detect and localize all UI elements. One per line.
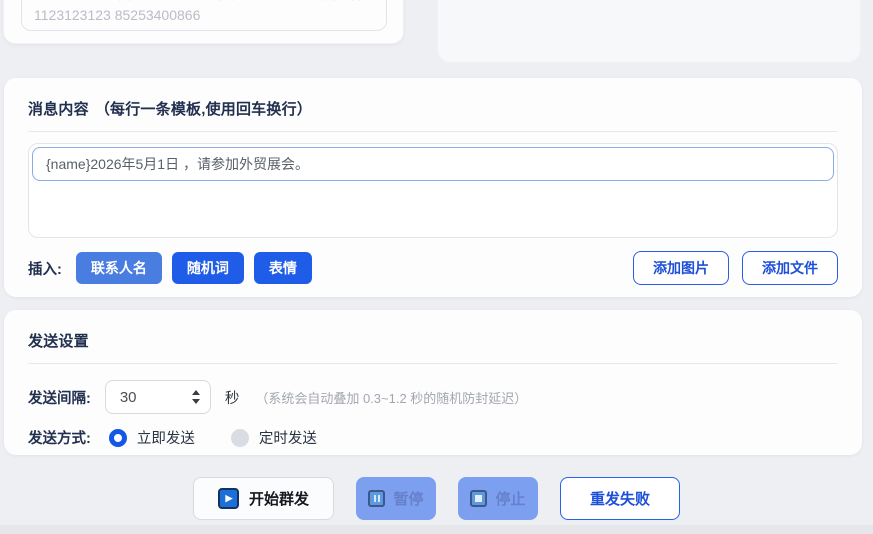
radio-unselected-icon [231, 429, 249, 447]
phone-input-card: 输入手机号（国家码+手机号），多个号码用空格隔开，如 1123123123 85… [3, 0, 404, 44]
interval-value: 30 [120, 389, 192, 406]
top-right-panel [437, 0, 861, 63]
actions-row: ▶ 开始群发 暂停 停止 重发失败 [0, 477, 873, 520]
insert-contact-name-button[interactable]: 联系人名 [76, 252, 162, 284]
radio-scheduled-label: 定时发送 [259, 427, 317, 448]
stop-icon [470, 490, 487, 507]
send-settings-section: 发送设置 发送间隔: 30 秒 （系统会自动叠加 0.3~1.2 秒的随机防封延… [4, 310, 862, 455]
footer-strip [0, 525, 873, 534]
start-bulk-send-button[interactable]: ▶ 开始群发 [193, 477, 334, 520]
insert-emoji-button[interactable]: 表情 [254, 252, 312, 284]
play-icon: ▶ [218, 488, 239, 509]
stop-button[interactable]: 停止 [458, 477, 538, 520]
insert-label: 插入: [28, 258, 62, 279]
message-title-text: 消息内容 [28, 101, 89, 118]
radio-send-now[interactable]: 立即发送 [109, 427, 195, 448]
settings-section-title: 发送设置 [4, 310, 862, 351]
insert-toolbar: 插入: 联系人名 随机词 表情 添加图片 添加文件 [28, 251, 838, 285]
spinner-down-icon[interactable] [192, 399, 200, 404]
interval-input[interactable]: 30 [105, 380, 211, 414]
resend-failed-button[interactable]: 重发失败 [560, 477, 680, 520]
method-row: 发送方式: 立即发送 定时发送 [28, 427, 838, 448]
radio-selected-icon [109, 429, 127, 447]
message-content-section: 消息内容 （每行一条模板,使用回车换行） {name}2026年5月1日 ，请参加… [4, 78, 862, 297]
insert-random-word-button[interactable]: 随机词 [172, 252, 244, 284]
pause-button-label: 暂停 [393, 488, 423, 509]
interval-row: 发送间隔: 30 秒 （系统会自动叠加 0.3~1.2 秒的随机防封延迟） [28, 380, 838, 414]
spinner-up-icon[interactable] [192, 390, 200, 395]
method-label: 发送方式: [28, 427, 91, 448]
add-file-button[interactable]: 添加文件 [742, 251, 838, 285]
message-template-area[interactable]: {name}2026年5月1日 ，请参加外贸展会。 [28, 143, 838, 238]
section-divider [28, 131, 838, 132]
pause-icon [368, 490, 385, 507]
start-button-label: 开始群发 [249, 488, 309, 509]
template-text: {name}2026年5月1日 ，请参加外贸展会。 [46, 154, 309, 174]
interval-spinner[interactable] [192, 390, 200, 404]
send-method-radio-group: 立即发送 定时发送 [109, 427, 353, 448]
phone-numbers-textarea[interactable]: 输入手机号（国家码+手机号），多个号码用空格隔开，如 1123123123 85… [21, 0, 387, 31]
bulk-message-sender-page: { "colors": { "page_bg": "#edeff3", "acc… [0, 0, 873, 534]
radio-send-now-label: 立即发送 [137, 427, 195, 448]
template-line-input[interactable]: {name}2026年5月1日 ，请参加外贸展会。 [32, 147, 834, 181]
interval-label: 发送间隔: [28, 387, 91, 408]
radio-scheduled[interactable]: 定时发送 [231, 427, 317, 448]
interval-unit: 秒 [225, 387, 240, 408]
pause-button[interactable]: 暂停 [356, 477, 436, 520]
add-image-button[interactable]: 添加图片 [633, 251, 729, 285]
phone-placeholder-line2: 1123123123 85253400866 [34, 5, 374, 26]
interval-note: （系统会自动叠加 0.3~1.2 秒的随机防封延迟） [255, 388, 527, 407]
section-divider [28, 363, 838, 364]
stop-button-label: 停止 [495, 488, 525, 509]
message-section-title: 消息内容 （每行一条模板,使用回车换行） [4, 78, 862, 119]
message-title-hint: （每行一条模板,使用回车换行） [95, 101, 312, 118]
